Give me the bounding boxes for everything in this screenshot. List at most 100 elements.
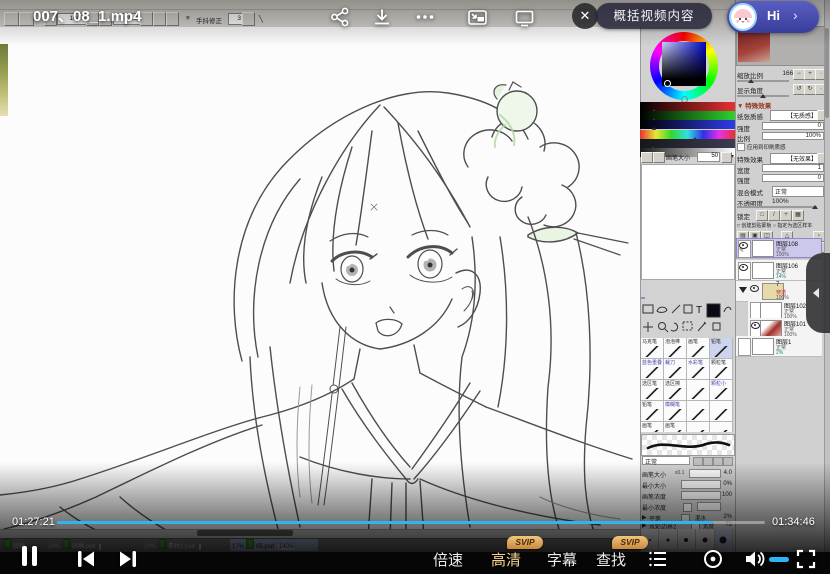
document-tab: 19%素材2.psd — [144, 539, 212, 551]
cast-icon[interactable] — [511, 4, 537, 30]
video-player: 100% 0.0° ≡ 手抖修正 3 ╲ — [0, 0, 830, 574]
mode-btn-1 — [693, 457, 703, 466]
total-time: 01:34:46 — [772, 516, 815, 528]
sai-stabilizer-toggle — [242, 12, 255, 26]
brush-cell — [687, 422, 710, 432]
color-swatch — [642, 193, 660, 211]
next-icon[interactable] — [115, 546, 141, 572]
color-swatch — [643, 169, 663, 189]
brush-name: 画笔 — [688, 338, 698, 345]
brush-stroke-icon — [691, 388, 705, 399]
download-icon[interactable] — [369, 4, 395, 30]
density-row: 画笔浓度 100 — [641, 491, 734, 501]
mode-btn-3 — [713, 457, 723, 466]
zoom-slider — [737, 80, 789, 82]
summarize-video-button[interactable]: 概括视频内容 — [596, 3, 712, 29]
psd-file-icon — [3, 539, 11, 549]
clip-row: □ 创建剪贴蒙板 ○ 指定为选区样本 — [737, 222, 823, 229]
svip-badge-quality: SVIP — [507, 536, 543, 549]
side-drawer-handle[interactable] — [806, 253, 830, 333]
navigator-image — [738, 28, 770, 62]
layer-name: 7 — [776, 282, 779, 288]
chevron-left-icon — [813, 288, 819, 298]
brush-cell: 选区笔 — [641, 380, 664, 401]
brush-name: 颗粒笔 — [711, 359, 726, 366]
layer-opacity: 100% — [776, 252, 789, 258]
brush-cell — [710, 422, 733, 432]
select-rect-icon — [643, 305, 653, 313]
brush-name: 颗粒小 — [711, 380, 726, 387]
color-swatch — [642, 239, 660, 257]
current-time: 01:27:21 — [12, 516, 55, 528]
brush-cell: 颗粒笔 — [710, 359, 733, 380]
volume-icon[interactable] — [742, 546, 768, 572]
prev-icon[interactable] — [73, 546, 99, 572]
record-icon[interactable] — [700, 546, 726, 572]
assistant-avatar — [729, 3, 757, 31]
size-bar — [689, 469, 721, 478]
progress-fill — [57, 521, 713, 524]
brush-name: 铅笔 — [642, 401, 652, 408]
brush-grid: 马克笔 泡泡棒 画笔 铅笔 蓝色重叠 裁刀 水彩笔 颗粒笔 — [641, 338, 733, 432]
lock-position-icon: + — [780, 210, 792, 221]
sai-tool-new-icon — [4, 12, 19, 26]
layer-visibility-icon — [750, 285, 759, 292]
color-slider-row: G 008 — [640, 111, 735, 120]
layer-visibility-icon — [751, 322, 760, 329]
pause-icon[interactable] — [17, 543, 43, 569]
brush-cell: 铅笔 — [641, 401, 664, 422]
color-swatch — [665, 215, 683, 233]
brush-cell: 水彩笔 — [687, 359, 710, 380]
brush-stroke-icon — [668, 367, 682, 378]
volume-level-bar[interactable] — [769, 557, 789, 562]
color-swatch — [705, 239, 721, 255]
color-swatch — [687, 215, 707, 235]
miniplayer-icon[interactable] — [464, 4, 490, 30]
color-swatch — [691, 170, 711, 190]
color-swatch — [662, 238, 682, 258]
find-button[interactable]: 查找 — [596, 549, 626, 570]
canvas-artwork — [0, 27, 640, 538]
brush-cell: 颗粒小 — [710, 380, 733, 401]
brush-stroke-icon — [691, 367, 705, 378]
layer-opacity: 14% — [776, 274, 786, 280]
effect-select: 【无效果】 — [770, 153, 820, 164]
color-swatch — [662, 192, 682, 212]
sai-stabilizer-icon: ≡ — [186, 15, 190, 22]
color-swatch — [642, 261, 661, 280]
sai-reset-view-button — [166, 12, 179, 26]
share-icon[interactable] — [327, 4, 353, 30]
brush-stroke-icon — [714, 409, 728, 420]
density-bar — [681, 491, 721, 500]
close-icon[interactable]: ✕ — [572, 3, 598, 29]
brush-stroke-preview — [641, 434, 735, 456]
brush-stroke-icon — [714, 388, 728, 399]
brush-stroke-icon — [714, 430, 728, 432]
quality-button[interactable]: 高清 — [491, 549, 521, 570]
brush-name: 泡泡棒 — [665, 338, 680, 345]
layer-visibility-icon — [739, 264, 748, 271]
brush-cell: 蓝色重叠 — [641, 359, 664, 380]
sai-tool-open-icon — [19, 12, 34, 26]
brush-stroke-icon — [645, 409, 659, 420]
playback-speed-button[interactable]: 倍速 — [433, 549, 463, 570]
lock-transparency-icon: □ — [756, 210, 768, 221]
brush-stroke-icon — [714, 367, 728, 378]
subtitle-button[interactable]: 字幕 — [547, 549, 577, 570]
layer-thumbnail — [752, 262, 774, 279]
fullscreen-icon[interactable] — [793, 546, 819, 572]
text-tool-icon: T — [696, 305, 702, 316]
color-slider-row: R 008 — [640, 102, 735, 111]
color-slider-row: S 000 — [640, 139, 735, 148]
brush-name: 裁刀 — [665, 359, 675, 366]
brush-name: 画笔 — [642, 422, 652, 429]
brush-cell — [687, 380, 710, 401]
brush-cell: 马克笔 — [641, 338, 664, 359]
brush-stroke-icon — [645, 388, 659, 399]
layer-thumbnail — [752, 338, 774, 355]
playlist-icon[interactable] — [645, 546, 671, 572]
brush-name: 选区笔 — [642, 380, 657, 387]
assistant-pill[interactable]: Hi › — [727, 1, 819, 33]
more-icon[interactable] — [412, 4, 438, 30]
paper-scale-field: 100% — [762, 132, 824, 140]
